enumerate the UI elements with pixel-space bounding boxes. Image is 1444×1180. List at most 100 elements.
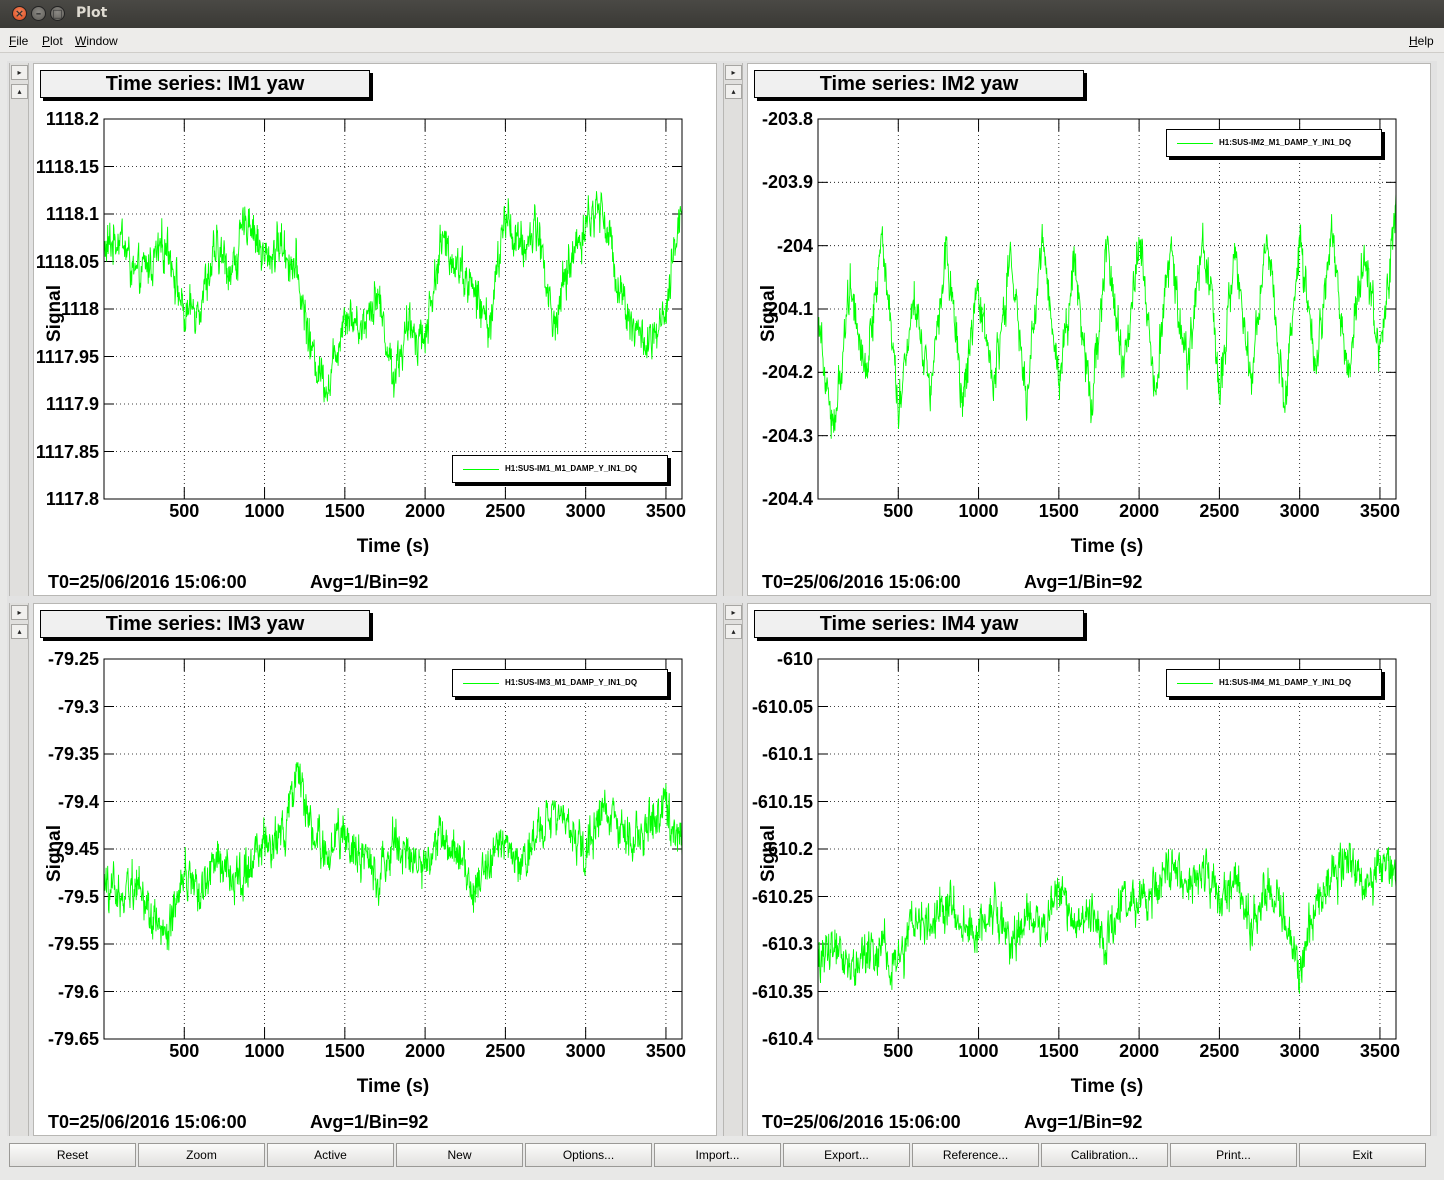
x-tick-label: 500 — [169, 501, 200, 521]
calibration-button[interactable]: Calibration... — [1041, 1143, 1168, 1167]
menu-plot[interactable]: Plot — [42, 34, 63, 48]
x-tick-label: 1500 — [1038, 501, 1079, 521]
reset-button[interactable]: Reset — [9, 1143, 136, 1167]
y-tick-label: -610.4 — [761, 1029, 813, 1049]
y-axis-label: Signal — [44, 284, 65, 342]
y-tick-label: -79.6 — [57, 981, 99, 1002]
y-tick-label: -610.15 — [751, 791, 813, 812]
x-tick-label: 1000 — [244, 1041, 285, 1061]
y-tick-label: 1118 — [60, 299, 99, 319]
exit-button[interactable]: Exit — [1299, 1143, 1426, 1167]
panel-side-bar: ▸ ▴ — [723, 603, 743, 1136]
legend[interactable]: H1:SUS-IM3_M1_DAMP_Y_IN1_DQ — [452, 669, 668, 697]
y-tick-label: -79.4 — [57, 791, 99, 812]
print-button[interactable]: Print... — [1170, 1143, 1297, 1167]
panel-expand-arrow-icon[interactable]: ▸ — [725, 605, 742, 620]
y-tick-label: 1117.9 — [45, 394, 99, 414]
x-tick-label: 500 — [883, 501, 914, 521]
series-line — [817, 192, 1397, 439]
menu-bar: File Plot Window Help — [0, 28, 1444, 53]
x-tick-label: 3500 — [1359, 501, 1400, 521]
panel-side-bar: ▸ ▴ — [9, 63, 29, 596]
plot-canvas[interactable]: Time series: IM4 yaw -610 -610.05 -610.1 -61… — [747, 603, 1431, 1136]
x-tick-label: 3000 — [565, 501, 606, 521]
x-tick-label: 2000 — [1119, 1041, 1160, 1061]
y-tick-label: -610 — [776, 649, 813, 669]
y-tick-label: -610.25 — [751, 886, 813, 907]
y-tick-label: 1118.1 — [45, 204, 99, 224]
x-tick-label: 1500 — [324, 1041, 365, 1061]
y-axis-label: Signal — [44, 824, 65, 882]
legend-swatch — [1177, 683, 1213, 684]
y-tick-label: -79.5 — [57, 886, 99, 907]
panel-collapse-arrow-icon[interactable]: ▴ — [11, 624, 28, 639]
options-button[interactable]: Options... — [525, 1143, 652, 1167]
y-axis-label: Signal — [758, 824, 779, 882]
maximize-icon[interactable]: □ — [50, 6, 65, 21]
import-button[interactable]: Import... — [654, 1143, 781, 1167]
minimize-icon[interactable]: – — [31, 6, 46, 21]
y-tick-label: -203.9 — [761, 172, 813, 193]
legend-entry: H1:SUS-IM1_M1_DAMP_Y_IN1_DQ — [505, 464, 638, 473]
x-axis-label: Time (s) — [1070, 536, 1144, 557]
x-tick-label: 2000 — [405, 1041, 446, 1061]
x-tick-label: 3500 — [1359, 1041, 1400, 1061]
series-line — [817, 842, 1397, 994]
menu-file[interactable]: File — [9, 34, 28, 48]
legend-entry: H1:SUS-IM4_M1_DAMP_Y_IN1_DQ — [1219, 678, 1352, 687]
panel-side-bar: ▸ ▴ — [9, 603, 29, 1136]
x-tick-label: 2500 — [485, 501, 526, 521]
y-tick-label: -79.65 — [47, 1029, 99, 1049]
y-tick-label: -610.3 — [761, 934, 813, 954]
x-tick-label: 3000 — [565, 1041, 606, 1061]
panel-expand-arrow-icon[interactable]: ▸ — [11, 65, 28, 80]
menu-window[interactable]: Window — [75, 34, 118, 48]
x-tick-label: 3000 — [1279, 501, 1320, 521]
legend-entry: H1:SUS-IM2_M1_DAMP_Y_IN1_DQ — [1219, 138, 1352, 147]
legend-entry: H1:SUS-IM3_M1_DAMP_Y_IN1_DQ — [505, 678, 638, 687]
plot-canvas[interactable]: Time series: IM3 yaw -79.25 -79.3 -79.35 -79… — [33, 603, 717, 1136]
x-tick-label: 1000 — [244, 501, 285, 521]
legend-swatch — [1177, 143, 1213, 144]
y-tick-label: 1118.2 — [45, 109, 99, 129]
x-tick-label: 1500 — [1038, 1041, 1079, 1061]
button-bar: Reset Zoom Active New Options... Import... Exp… — [7, 1141, 1437, 1171]
panel-expand-arrow-icon[interactable]: ▸ — [11, 605, 28, 620]
window-title: Plot — [76, 5, 108, 21]
panel-collapse-arrow-icon[interactable]: ▴ — [725, 624, 742, 639]
y-tick-label: -79.3 — [57, 696, 99, 717]
x-tick-label: 1500 — [324, 501, 365, 521]
legend[interactable]: H1:SUS-IM2_M1_DAMP_Y_IN1_DQ — [1166, 129, 1382, 157]
zoom-button[interactable]: Zoom — [138, 1143, 265, 1167]
x-tick-label: 2500 — [485, 1041, 526, 1061]
plot-canvas[interactable]: Time series: IM2 yaw -203.8 -203.9 -204 -204… — [747, 63, 1431, 596]
panel-collapse-arrow-icon[interactable]: ▴ — [725, 84, 742, 99]
t0-label: T0=25/06/2016 15:06:00 — [48, 1112, 247, 1132]
new-button[interactable]: New — [396, 1143, 523, 1167]
x-tick-label: 1000 — [958, 1041, 999, 1061]
menu-help[interactable]: Help — [1409, 34, 1434, 48]
legend[interactable]: H1:SUS-IM1_M1_DAMP_Y_IN1_DQ — [452, 455, 668, 483]
panel-side-bar: ▸ ▴ — [723, 63, 743, 596]
panel-expand-arrow-icon[interactable]: ▸ — [725, 65, 742, 80]
y-axis-label: Signal — [758, 284, 779, 342]
plot-canvas[interactable]: Time series: IM1 yaw 1118.2 1118.15 1118.1 1… — [33, 63, 717, 596]
x-tick-label: 1000 — [958, 501, 999, 521]
avg-bin-label: Avg=1/Bin=92 — [1024, 1112, 1143, 1132]
legend-swatch — [463, 469, 499, 470]
y-tick-label: -79.55 — [47, 934, 99, 954]
x-axis-label: Time (s) — [1070, 1076, 1144, 1097]
close-icon[interactable]: × — [12, 6, 27, 21]
x-tick-label: 2000 — [405, 501, 446, 521]
reference-button[interactable]: Reference... — [912, 1143, 1039, 1167]
x-tick-label: 3000 — [1279, 1041, 1320, 1061]
legend[interactable]: H1:SUS-IM4_M1_DAMP_Y_IN1_DQ — [1166, 669, 1382, 697]
panel-collapse-arrow-icon[interactable]: ▴ — [11, 84, 28, 99]
legend-swatch — [463, 683, 499, 684]
y-tick-label: -204.4 — [761, 489, 813, 509]
export-button[interactable]: Export... — [783, 1143, 910, 1167]
avg-bin-label: Avg=1/Bin=92 — [1024, 572, 1143, 592]
x-tick-label: 2500 — [1199, 501, 1240, 521]
active-button[interactable]: Active — [267, 1143, 394, 1167]
y-tick-label: -79.25 — [47, 649, 99, 669]
